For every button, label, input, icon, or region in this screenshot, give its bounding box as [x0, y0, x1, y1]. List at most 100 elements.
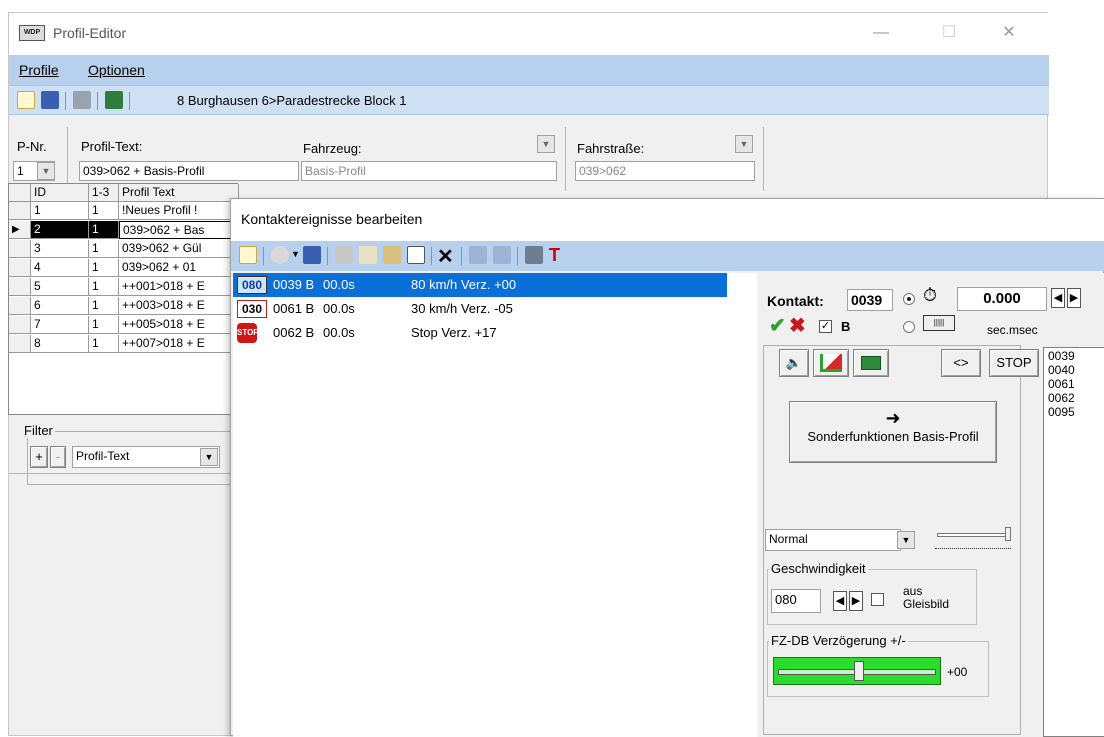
fzdb-slider[interactable]: [773, 657, 941, 685]
save-icon[interactable]: [41, 91, 59, 109]
event-row[interactable]: 030 0061 B 00.0s 30 km/h Verz. -05: [233, 297, 727, 321]
table-cell[interactable]: 1: [89, 221, 119, 239]
speed-ramp-button[interactable]: [813, 349, 849, 377]
text-tool-icon[interactable]: T: [549, 245, 560, 266]
fahrzeug-input[interactable]: Basis-Profil: [301, 161, 557, 181]
menu-optionen[interactable]: Optionen: [88, 62, 145, 78]
table-cell[interactable]: ++003>018 + E: [119, 297, 239, 315]
paste-icon[interactable]: [383, 246, 401, 264]
table-cell[interactable]: ++007>018 + E: [119, 335, 239, 353]
exit-door-icon[interactable]: [105, 91, 123, 109]
menu-profile[interactable]: Profile: [19, 62, 59, 78]
contact-list[interactable]: 0039 0040 0061 0062 0095: [1043, 347, 1104, 737]
time-mode-radio[interactable]: [903, 293, 915, 305]
contact-list-item[interactable]: 0095: [1048, 406, 1075, 419]
speed-input[interactable]: 080: [771, 589, 821, 613]
table-cell[interactable]: 5: [31, 278, 89, 296]
chevron-down-icon[interactable]: ▼: [537, 135, 555, 153]
close-button[interactable]: ✕: [999, 23, 1019, 43]
code-button[interactable]: <>: [941, 349, 981, 377]
profiltext-input[interactable]: 039>062 + Basis-Profil: [79, 161, 299, 181]
row-indicator[interactable]: [9, 240, 31, 258]
table-cell[interactable]: 6: [31, 297, 89, 315]
row-indicator[interactable]: [9, 259, 31, 277]
filter-field-select[interactable]: Profil-Text: [72, 446, 220, 468]
volume-slider[interactable]: [935, 527, 1011, 549]
table-cell[interactable]: ++001>018 + E: [119, 278, 239, 296]
table-cell[interactable]: 039>062 + 01: [119, 259, 239, 277]
row-indicator[interactable]: [9, 335, 31, 353]
maximize-button[interactable]: ☐: [939, 23, 959, 43]
decrease-speed-button[interactable]: ◀: [833, 591, 847, 611]
minimize-button[interactable]: —: [871, 23, 891, 43]
row-indicator[interactable]: ▶: [9, 221, 31, 239]
row-indicator[interactable]: [9, 202, 31, 220]
row-indicator[interactable]: [9, 297, 31, 315]
column-header-1-3[interactable]: 1-3: [89, 184, 119, 202]
distance-mode-radio[interactable]: [903, 321, 915, 333]
table-cell[interactable]: 3: [31, 240, 89, 258]
table-cell[interactable]: 1: [89, 316, 119, 334]
mode-select[interactable]: Normal: [765, 529, 901, 551]
time-input[interactable]: 0.000: [957, 287, 1047, 311]
increase-speed-button[interactable]: ▶: [849, 591, 863, 611]
contact-list-item[interactable]: 0061: [1048, 378, 1075, 391]
contact-list-item[interactable]: 0062: [1048, 392, 1075, 405]
increase-time-button[interactable]: ▶: [1067, 288, 1081, 308]
contact-list-item[interactable]: 0040: [1048, 364, 1075, 377]
table-cell[interactable]: 4: [31, 259, 89, 277]
delete-icon[interactable]: ✕: [437, 244, 454, 269]
event-row[interactable]: 080 0039 B 00.0s 80 km/h Verz. +00: [233, 273, 727, 297]
new-event-icon[interactable]: [239, 246, 257, 264]
copy-icon[interactable]: [359, 246, 377, 264]
table-cell[interactable]: 7: [31, 316, 89, 334]
b-label: B: [841, 319, 851, 334]
table-cell[interactable]: !Neues Profil !: [119, 202, 239, 220]
add-filter-button[interactable]: +: [30, 446, 48, 468]
table-cell[interactable]: 1: [31, 202, 89, 220]
decoder-button[interactable]: [853, 349, 889, 377]
confirm-check-icon[interactable]: ✔: [769, 313, 786, 338]
new-file-icon[interactable]: [17, 91, 35, 109]
table-cell[interactable]: 2: [31, 221, 89, 239]
table-cell[interactable]: 1: [89, 259, 119, 277]
dropdown-arrow-icon[interactable]: ▼: [291, 249, 300, 259]
cut-icon[interactable]: [335, 246, 353, 264]
sound-button[interactable]: 🔈: [779, 349, 809, 377]
table-cell[interactable]: 1: [89, 278, 119, 296]
event-row[interactable]: STOP 0062 B 00.0s Stop Verz. +17: [233, 321, 727, 345]
row-indicator[interactable]: [9, 278, 31, 296]
chevron-down-icon[interactable]: ▼: [200, 448, 218, 466]
table-cell[interactable]: 039>062 + Gül: [119, 240, 239, 258]
column-header-id[interactable]: ID: [31, 184, 89, 202]
table-cell[interactable]: 1: [89, 202, 119, 220]
chevron-down-icon[interactable]: ▼: [37, 162, 55, 180]
aus-gleisbild-checkbox[interactable]: [871, 593, 884, 606]
kontakt-input[interactable]: 0039: [847, 289, 893, 311]
stop-button[interactable]: STOP: [989, 349, 1039, 377]
table-cell[interactable]: 1: [89, 335, 119, 353]
indent-down-icon[interactable]: [469, 246, 487, 264]
fahrstrasse-input[interactable]: 039>062: [575, 161, 755, 181]
table-cell[interactable]: 1: [89, 297, 119, 315]
sound-icon[interactable]: [271, 246, 289, 264]
print-icon[interactable]: [73, 91, 91, 109]
column-header-profil-text[interactable]: Profil Text: [119, 184, 239, 202]
rename-icon[interactable]: [407, 246, 425, 264]
table-icon[interactable]: [525, 246, 543, 264]
table-cell[interactable]: 039>062 + Bas: [119, 221, 239, 239]
save-icon[interactable]: [303, 246, 321, 264]
chevron-down-icon[interactable]: ▼: [897, 531, 915, 549]
indent-up-icon[interactable]: [493, 246, 511, 264]
table-cell[interactable]: 1: [89, 240, 119, 258]
table-cell[interactable]: ++005>018 + E: [119, 316, 239, 334]
contact-list-item[interactable]: 0039: [1048, 350, 1075, 363]
chevron-down-icon[interactable]: ▼: [735, 135, 753, 153]
sonderfunktionen-button[interactable]: ➜ Sonderfunktionen Basis-Profil: [789, 401, 997, 463]
b-checkbox[interactable]: ✓: [819, 320, 832, 333]
row-indicator[interactable]: [9, 316, 31, 334]
table-cell[interactable]: 8: [31, 335, 89, 353]
cancel-x-icon[interactable]: ✖: [789, 313, 806, 338]
decrease-time-button[interactable]: ◀: [1051, 288, 1065, 308]
remove-filter-button[interactable]: -: [50, 446, 66, 468]
